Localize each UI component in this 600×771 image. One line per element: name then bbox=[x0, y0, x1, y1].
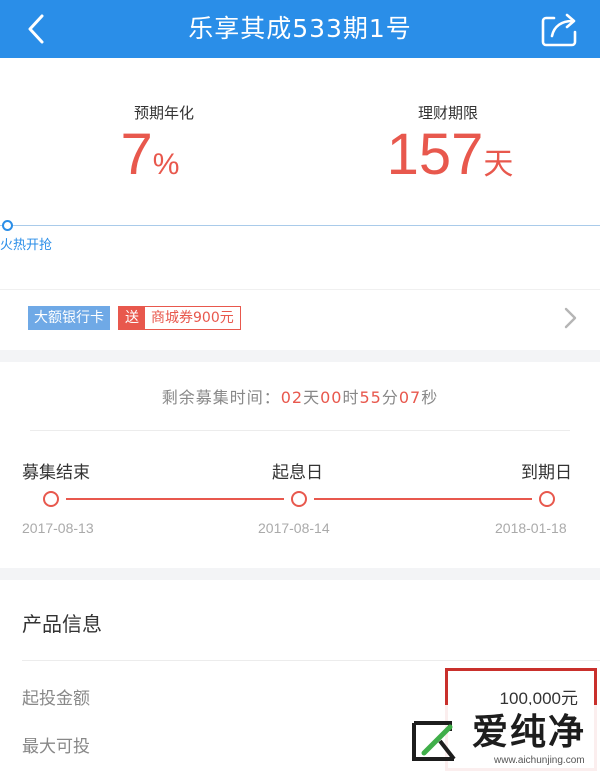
product-summary-card: 预期年化 7% 理财期限 157天 火热开抢 大额银行卡 送 商城券900元 bbox=[0, 58, 600, 350]
watermark-logo-icon bbox=[412, 721, 456, 761]
rate-unit: % bbox=[152, 148, 180, 181]
progress-indicator bbox=[2, 220, 13, 231]
progress-track bbox=[0, 225, 600, 226]
timeline-date-raise-end: 2017-08-13 bbox=[22, 520, 94, 536]
timeline-node bbox=[291, 491, 307, 507]
timeline-label-raise-end: 募集结束 bbox=[22, 463, 90, 483]
countdown-days-unit: 天 bbox=[303, 388, 321, 407]
countdown-minutes-unit: 分 bbox=[381, 388, 399, 407]
divider bbox=[0, 289, 600, 290]
timeline-date-interest-start: 2017-08-14 bbox=[258, 520, 330, 536]
rate-number: 7 bbox=[120, 122, 153, 187]
timeline-line bbox=[66, 498, 284, 500]
chevron-right-icon[interactable] bbox=[562, 306, 578, 330]
bank-card-tag: 大额银行卡 bbox=[28, 306, 110, 330]
timeline-label-maturity: 到期日 bbox=[521, 463, 572, 483]
countdown-minutes: 55 bbox=[359, 388, 382, 407]
rate-value: 7% bbox=[30, 122, 270, 188]
countdown-days: 02 bbox=[280, 388, 304, 407]
countdown-seconds: 07 bbox=[398, 388, 422, 407]
timeline-date-maturity: 2018-01-18 bbox=[495, 520, 567, 536]
countdown-prefix: 剩余募集时间： bbox=[161, 388, 281, 407]
timeline-label-interest-start: 起息日 bbox=[272, 463, 323, 483]
gift-text: 商城券900元 bbox=[151, 310, 234, 326]
countdown-hours: 00 bbox=[320, 388, 343, 407]
timeline-node bbox=[539, 491, 555, 507]
countdown-seconds-unit: 秒 bbox=[421, 388, 439, 407]
divider bbox=[22, 660, 600, 661]
term-label: 理财期限 bbox=[417, 104, 478, 122]
timeline-node bbox=[43, 491, 59, 507]
countdown-timer: 剩余募集时间：02天00时55分07秒 bbox=[0, 384, 600, 408]
schedule-card: 剩余募集时间：02天00时55分07秒 募集结束 起息日 到期日 2017-08… bbox=[0, 362, 600, 568]
rate-label: 预期年化 bbox=[133, 104, 194, 122]
timeline-line bbox=[314, 498, 532, 500]
term-number: 157 bbox=[386, 122, 484, 187]
section-title: 产品信息 bbox=[22, 612, 102, 636]
gift-tag: 送 商城券900元 bbox=[118, 306, 241, 330]
watermark-url: www.aichunjing.com bbox=[494, 755, 585, 766]
min-investment-label: 起投金额 bbox=[22, 689, 90, 709]
progress-status: 火热开抢 bbox=[0, 238, 53, 253]
watermark-text: 爱纯净 bbox=[472, 712, 587, 753]
term-unit: 天 bbox=[483, 148, 514, 181]
share-icon[interactable] bbox=[540, 10, 580, 48]
watermark: 爱纯净 www.aichunjing.com bbox=[400, 705, 600, 771]
nav-bar: 乐享其成533期1号 bbox=[0, 0, 600, 58]
page-title: 乐享其成533期1号 bbox=[188, 14, 412, 43]
divider bbox=[30, 430, 570, 431]
max-investment-label: 最大可投 bbox=[22, 737, 90, 757]
countdown-hours-unit: 时 bbox=[342, 388, 360, 407]
gift-prefix: 送 bbox=[119, 307, 145, 329]
term-value: 157天 bbox=[330, 122, 570, 188]
